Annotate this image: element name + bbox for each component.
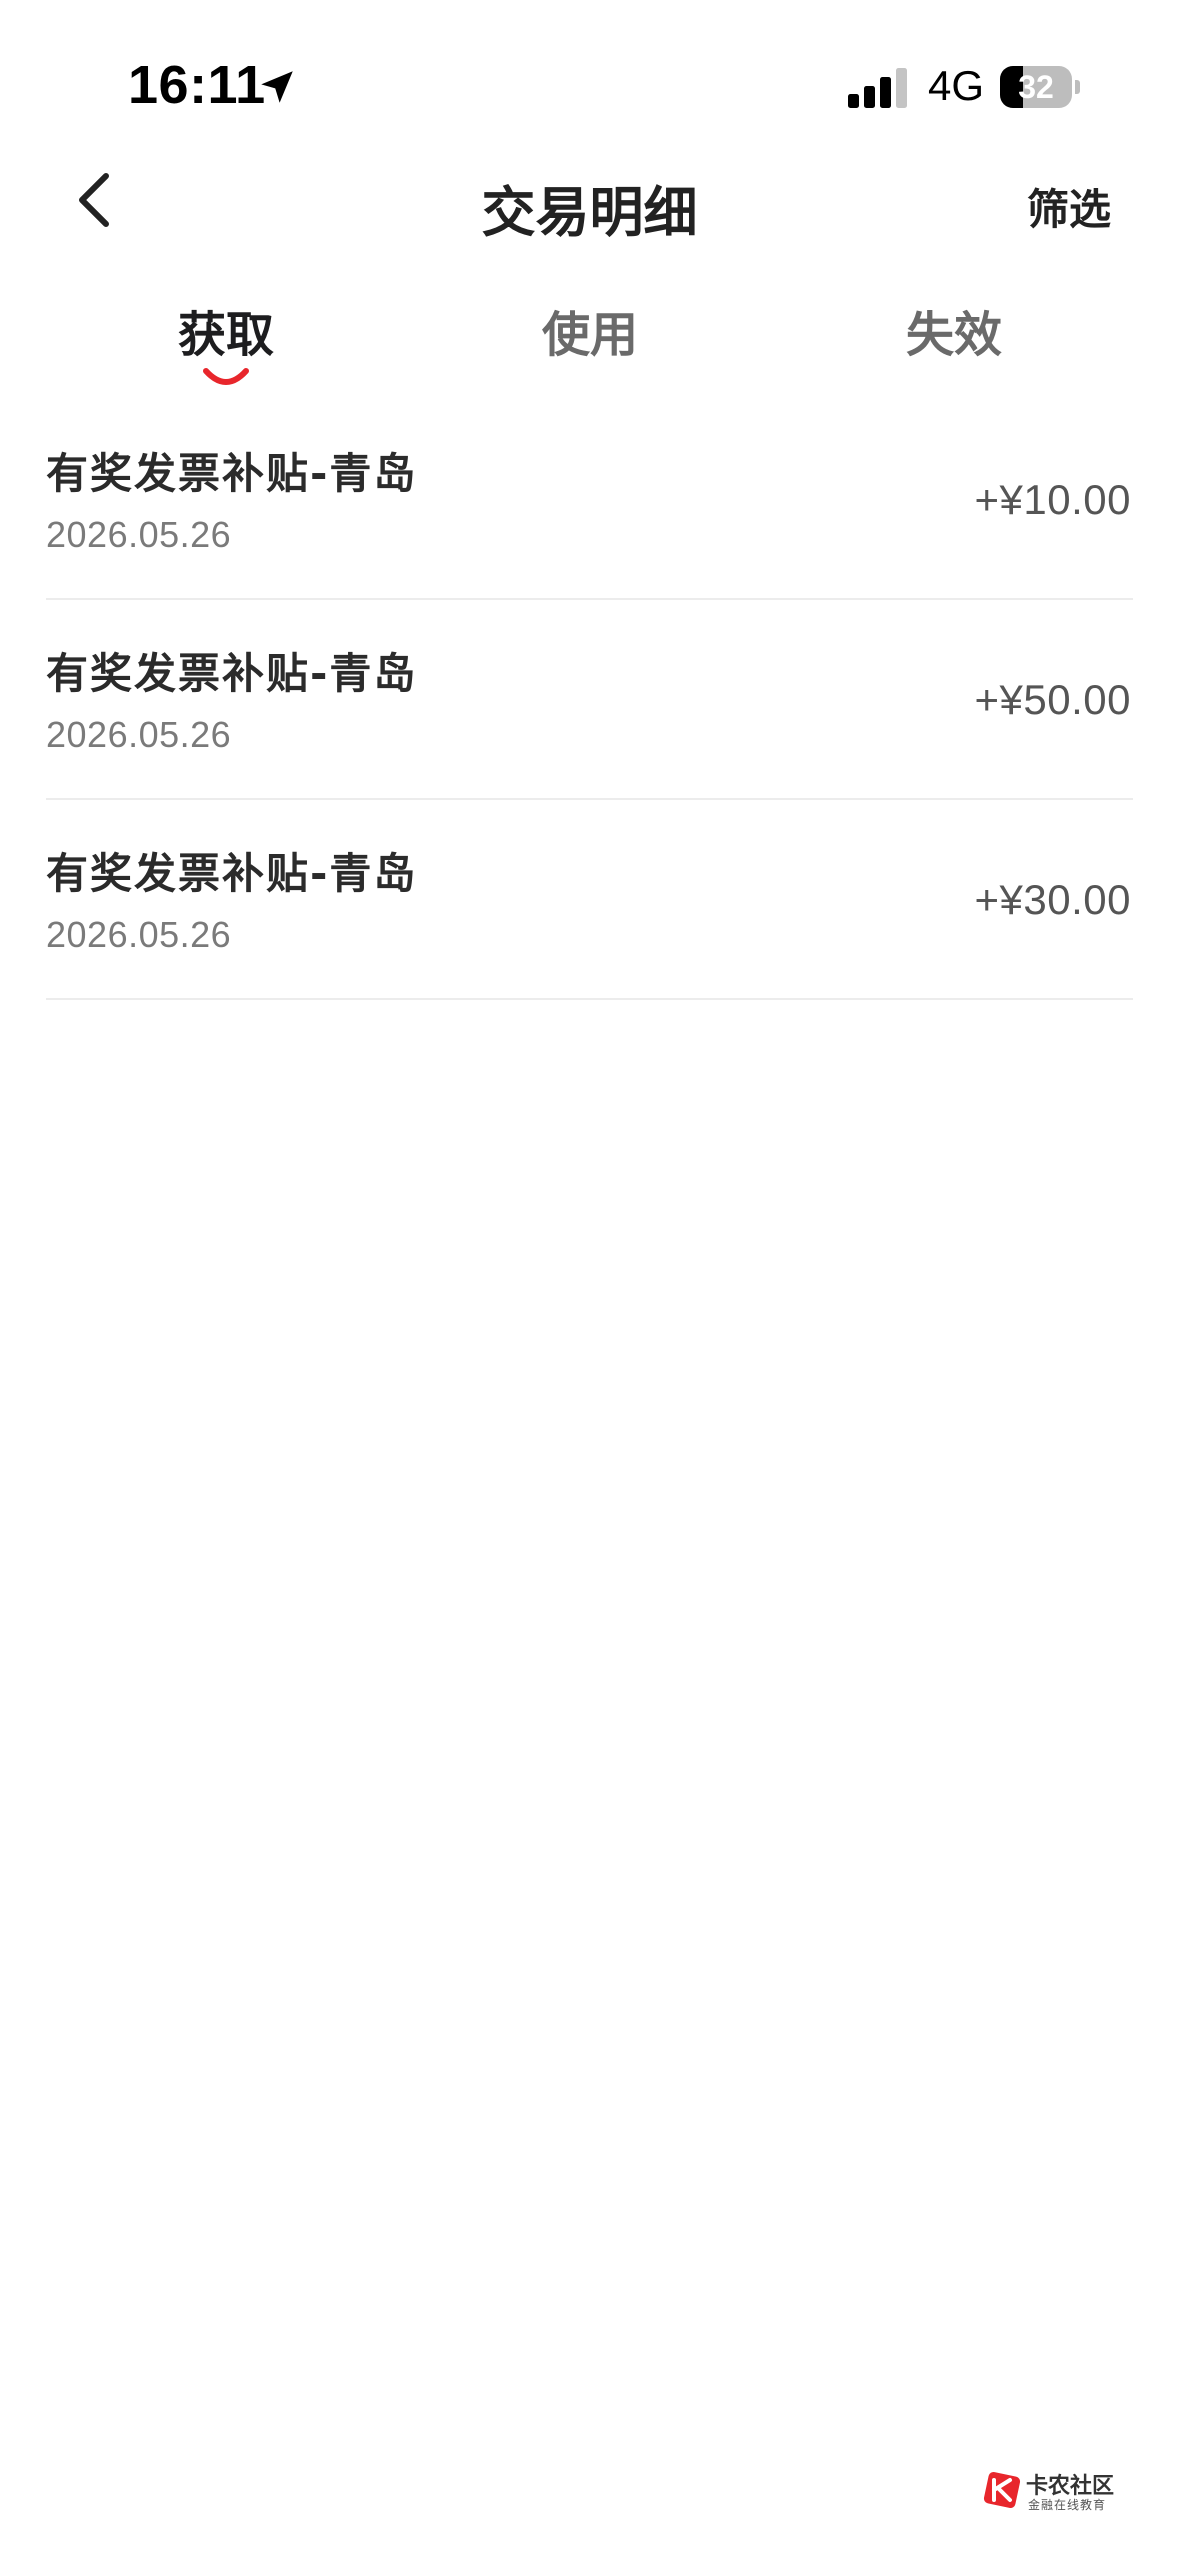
- page-title: 交易明细: [481, 181, 698, 244]
- filter-button[interactable]: 筛选: [1027, 176, 1111, 237]
- transaction-row[interactable]: 有奖发票补贴-青岛 2026.05.26 +¥10.00: [46, 400, 1133, 600]
- battery-cap: [1075, 80, 1080, 94]
- transaction-amount: +¥30.00: [974, 876, 1131, 923]
- transaction-title: 有奖发票补贴-青岛: [46, 849, 418, 898]
- battery-body: 32: [1000, 66, 1072, 108]
- transaction-amount: +¥50.00: [974, 676, 1131, 723]
- location-arrow-icon: [261, 71, 293, 103]
- battery-level: 32: [1018, 69, 1054, 105]
- chevron-left-icon: [79, 173, 109, 227]
- watermark: 卡农社区 金融在线教育: [982, 2466, 1132, 2518]
- transaction-amount: +¥10.00: [974, 476, 1131, 523]
- tab-bar: 获取 使用 失效: [0, 285, 1179, 395]
- watermark-tagline: 金融在线教育: [1028, 2498, 1107, 2512]
- transaction-list: 有奖发票补贴-青岛 2026.05.26 +¥10.00 有奖发票补贴-青岛 2…: [0, 400, 1179, 1000]
- back-button[interactable]: [60, 164, 132, 236]
- battery-icon: 32: [1000, 66, 1080, 108]
- transaction-date: 2026.05.26: [46, 914, 232, 955]
- transaction-date: 2026.05.26: [46, 514, 232, 555]
- transaction-date: 2026.05.26: [46, 714, 232, 755]
- network-type: 4G: [928, 62, 985, 109]
- active-tab-indicator: [203, 368, 249, 385]
- tab-expired[interactable]: 失效: [804, 295, 1104, 365]
- transaction-row[interactable]: 有奖发票补贴-青岛 2026.05.26 +¥30.00: [46, 800, 1133, 1000]
- transaction-title: 有奖发票补贴-青岛: [46, 449, 418, 498]
- tab-use[interactable]: 使用: [440, 295, 740, 365]
- transaction-row[interactable]: 有奖发票补贴-青岛 2026.05.26 +¥50.00: [46, 600, 1133, 800]
- nav-header: 交易明细 筛选: [0, 150, 1179, 250]
- status-bar: 16:11 4G 32: [0, 0, 1179, 160]
- status-time: 16:11: [128, 55, 266, 115]
- tab-acquire[interactable]: 获取: [76, 295, 376, 365]
- transaction-title: 有奖发票补贴-青岛: [46, 649, 418, 698]
- cellular-signal-icon: [848, 68, 907, 108]
- watermark-logo-icon: [983, 2471, 1021, 2509]
